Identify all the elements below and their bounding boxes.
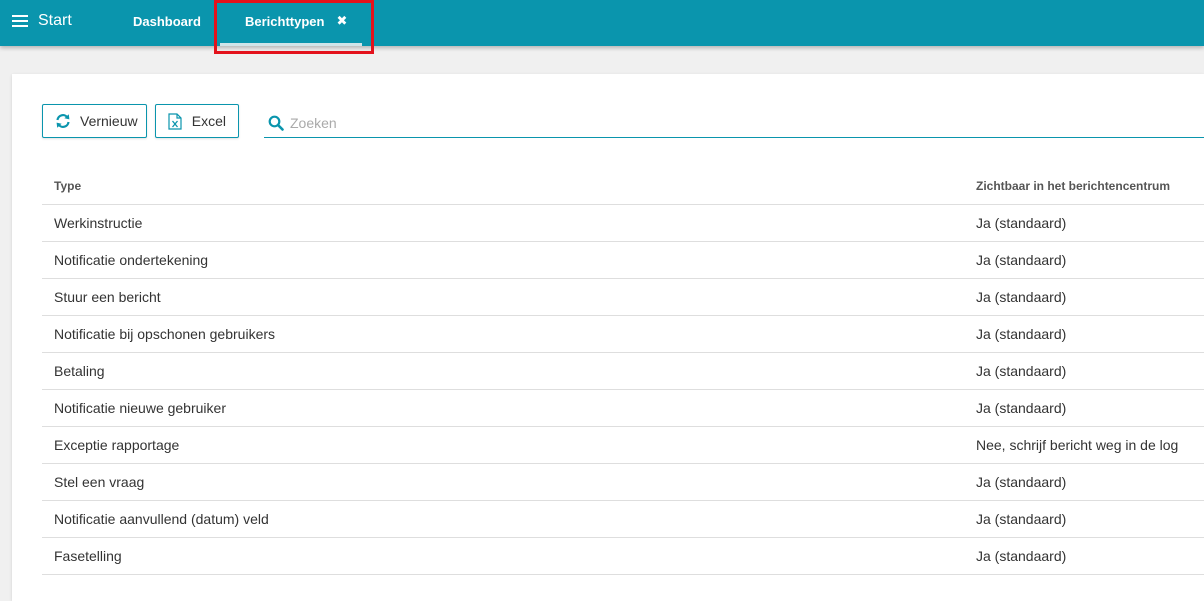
refresh-label: Vernieuw bbox=[80, 113, 138, 129]
visible-cell: Ja (standaard) bbox=[976, 363, 1067, 379]
close-icon[interactable]: ✖ bbox=[336, 13, 347, 29]
table-row[interactable]: Exceptie rapportage Nee, schrijf bericht… bbox=[42, 427, 1204, 464]
column-header-visible[interactable]: Zichtbaar in het berichtencentrum bbox=[976, 179, 1170, 193]
table-row[interactable]: Notificatie nieuwe gebruiker Ja (standaa… bbox=[42, 390, 1204, 427]
visible-cell: Ja (standaard) bbox=[976, 474, 1067, 490]
table-row[interactable]: Notificatie aanvullend (datum) veld Ja (… bbox=[42, 501, 1204, 538]
hamburger-icon bbox=[12, 15, 28, 27]
table-row[interactable]: Notificatie bij opschonen gebruikers Ja … bbox=[42, 316, 1204, 353]
start-menu-button[interactable]: Start bbox=[12, 0, 72, 46]
type-cell: Notificatie aanvullend (datum) veld bbox=[54, 511, 269, 527]
visible-cell: Ja (standaard) bbox=[976, 289, 1067, 305]
type-cell: Stel een vraag bbox=[54, 474, 145, 490]
refresh-icon bbox=[55, 113, 71, 129]
tab-berichttypen[interactable]: Berichttypen ✖ bbox=[220, 0, 362, 46]
search-icon bbox=[268, 115, 284, 131]
type-cell: Betaling bbox=[54, 363, 105, 379]
tab-dashboard[interactable]: Dashboard bbox=[133, 0, 201, 46]
table-header: Type Zichtbaar in het berichtencentrum bbox=[42, 168, 1204, 205]
visible-cell: Ja (standaard) bbox=[976, 252, 1067, 268]
excel-file-icon bbox=[168, 112, 183, 130]
search-bar bbox=[264, 108, 1204, 138]
excel-label: Excel bbox=[191, 113, 226, 129]
tab-label: Berichttypen bbox=[245, 13, 325, 29]
start-label: Start bbox=[38, 12, 72, 29]
message-types-table: Type Zichtbaar in het berichtencentrum W… bbox=[42, 168, 1204, 575]
search-input[interactable] bbox=[290, 114, 1170, 131]
visible-cell: Ja (standaard) bbox=[976, 400, 1067, 416]
type-cell: Notificatie nieuwe gebruiker bbox=[54, 400, 226, 416]
refresh-button[interactable]: Vernieuw bbox=[42, 104, 147, 138]
top-bar: Start Dashboard Berichttypen ✖ bbox=[0, 0, 1204, 46]
table-row[interactable]: Werkinstructie Ja (standaard) bbox=[42, 205, 1204, 242]
active-tab-indicator bbox=[220, 43, 362, 46]
visible-cell: Ja (standaard) bbox=[976, 326, 1067, 342]
table-row[interactable]: Stuur een bericht Ja (standaard) bbox=[42, 279, 1204, 316]
content-card: Vernieuw Excel Type Zichtbaar in het ber… bbox=[12, 74, 1204, 601]
tab-label: Dashboard bbox=[133, 13, 201, 29]
visible-cell: Ja (standaard) bbox=[976, 511, 1067, 527]
column-header-type[interactable]: Type bbox=[54, 179, 81, 193]
type-cell: Notificatie bij opschonen gebruikers bbox=[54, 326, 276, 342]
visible-cell: Ja (standaard) bbox=[976, 215, 1067, 231]
excel-button[interactable]: Excel bbox=[155, 104, 239, 138]
type-cell: Notificatie ondertekening bbox=[54, 252, 209, 268]
type-cell: Stuur een bericht bbox=[54, 289, 161, 305]
type-cell: Fasetelling bbox=[54, 548, 122, 564]
table-row[interactable]: Notificatie ondertekening Ja (standaard) bbox=[42, 242, 1204, 279]
table-row[interactable]: Fasetelling Ja (standaard) bbox=[42, 538, 1204, 575]
visible-cell: Nee, schrijf bericht weg in de log bbox=[976, 437, 1179, 453]
table-row[interactable]: Stel een vraag Ja (standaard) bbox=[42, 464, 1204, 501]
visible-cell: Ja (standaard) bbox=[976, 548, 1067, 564]
table-row[interactable]: Betaling Ja (standaard) bbox=[42, 353, 1204, 390]
type-cell: Exceptie rapportage bbox=[54, 437, 180, 453]
type-cell: Werkinstructie bbox=[54, 215, 143, 231]
